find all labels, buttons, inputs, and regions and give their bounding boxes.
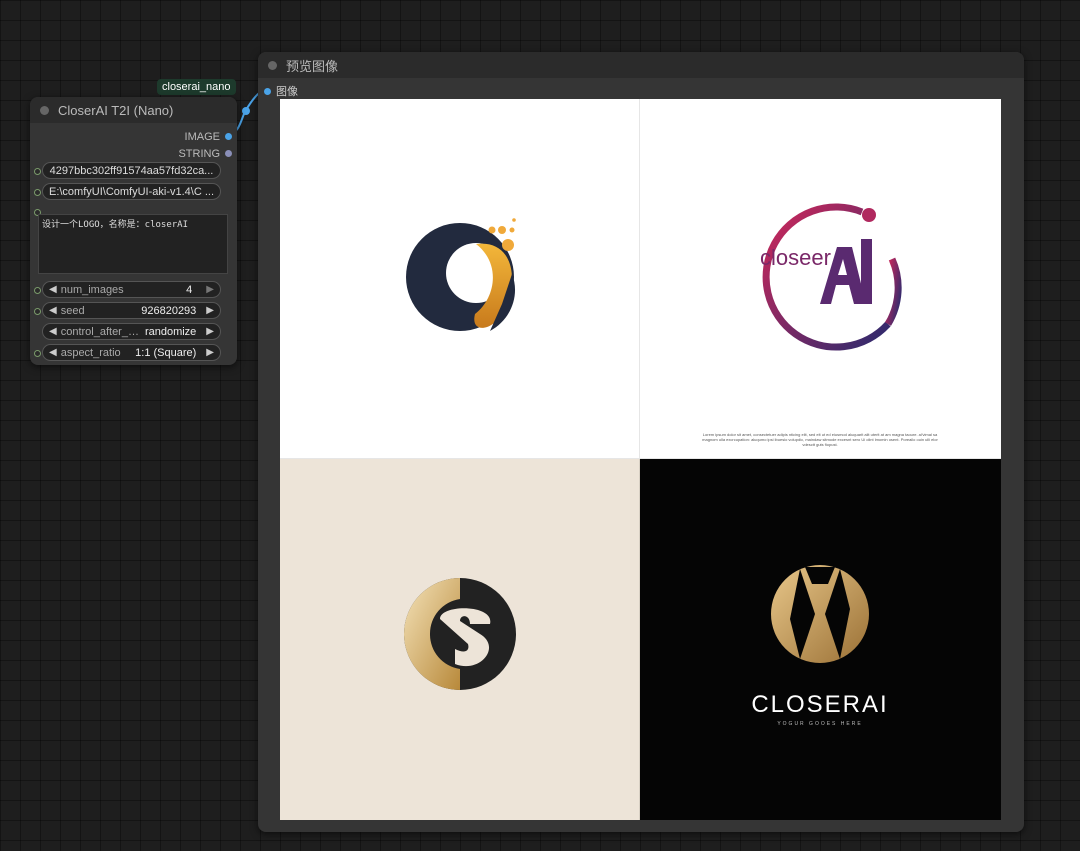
input-image-label: 图像 bbox=[276, 86, 298, 98]
s-monogram-logo-icon bbox=[404, 578, 516, 690]
increment-arrow-icon[interactable]: ▶ bbox=[206, 284, 214, 295]
decrement-arrow-icon[interactable]: ◀ bbox=[49, 284, 57, 295]
output-image-label: IMAGE bbox=[184, 130, 220, 143]
aspect-ratio-label: aspect_ratio bbox=[60, 346, 121, 359]
seed-label: seed bbox=[60, 304, 85, 317]
output-string[interactable]: STRING bbox=[30, 145, 237, 162]
closerai-t2i-node[interactable]: CloserAI T2I (Nano) IMAGE STRING 4297bbc… bbox=[30, 97, 237, 365]
node-title: CloserAI T2I (Nano) bbox=[58, 102, 174, 118]
increment-arrow-icon[interactable]: ▶ bbox=[206, 305, 214, 316]
preview-image-1[interactable] bbox=[280, 99, 640, 459]
input-socket-icon[interactable] bbox=[34, 168, 41, 175]
increment-arrow-icon[interactable]: ▶ bbox=[206, 347, 214, 358]
aspect-ratio-widget[interactable]: ◀ aspect_ratio 1:1 (Square) ▶ bbox=[42, 344, 221, 361]
num-images-widget[interactable]: ◀ num_images 4 ▶ bbox=[42, 281, 221, 298]
node-badge: closerai_nano bbox=[157, 79, 236, 95]
control-value: randomize bbox=[144, 325, 197, 338]
closerai-gold-logo-icon: CLOSERAI YOGUR GOOES HERE bbox=[751, 565, 888, 727]
svg-text:CLOSERAI: CLOSERAI bbox=[751, 691, 888, 718]
input-socket-icon[interactable] bbox=[34, 308, 41, 315]
node-title-bar[interactable]: 预览图像 bbox=[258, 52, 1024, 78]
svg-text:closeer: closeer bbox=[760, 245, 831, 270]
output-string-label: STRING bbox=[178, 147, 220, 160]
preview-image-3[interactable] bbox=[280, 459, 640, 820]
preview-image-node[interactable]: 预览图像 图像 closeer Lorem ipsum dolor sit am… bbox=[258, 52, 1024, 832]
input-socket-icon[interactable] bbox=[34, 189, 41, 196]
increment-arrow-icon[interactable]: ▶ bbox=[206, 326, 214, 337]
decrement-arrow-icon[interactable]: ◀ bbox=[49, 305, 57, 316]
api-key-value: 4297bbc302ff91574aa57fd32ca... bbox=[49, 164, 214, 177]
decrement-arrow-icon[interactable]: ◀ bbox=[49, 347, 57, 358]
aspect-ratio-value: 1:1 (Square) bbox=[135, 346, 197, 359]
api-key-field[interactable]: 4297bbc302ff91574aa57fd32ca... bbox=[42, 162, 221, 179]
control-after-generate-widget[interactable]: ◀ control_after_g ... randomize ▶ bbox=[42, 323, 221, 340]
path-field[interactable]: E:\comfyUI\ComfyUI-aki-v1.4\C ... bbox=[42, 183, 221, 200]
seed-widget[interactable]: ◀ seed 926820293 ▶ bbox=[42, 302, 221, 319]
preview-image-2[interactable]: closeer Lorem ipsum dolor sit amet, cons… bbox=[640, 99, 1001, 459]
control-label: control_after_g ... bbox=[60, 325, 145, 338]
input-image-socket-icon[interactable] bbox=[264, 87, 271, 95]
closeer-ai-logo-icon: closeer bbox=[760, 203, 902, 351]
image-grid: closeer Lorem ipsum dolor sit amet, cons… bbox=[280, 99, 1001, 820]
collapse-dot-icon[interactable] bbox=[268, 60, 277, 70]
output-string-socket-icon[interactable] bbox=[225, 150, 232, 157]
preview-image-4[interactable]: CLOSERAI YOGUR GOOES HERE bbox=[640, 459, 1001, 820]
num-images-label: num_images bbox=[60, 283, 124, 296]
seed-value: 926820293 bbox=[141, 304, 197, 317]
num-images-value: 4 bbox=[186, 283, 193, 296]
prompt-textarea[interactable]: 设计一个LOGO，名称是：closerAI bbox=[38, 214, 228, 274]
output-image[interactable]: IMAGE bbox=[30, 128, 237, 145]
node-title-bar[interactable]: CloserAI T2I (Nano) bbox=[30, 97, 237, 123]
lorem-caption: Lorem ipsum dolor sit amet, consectetuer… bbox=[702, 432, 938, 447]
input-socket-icon[interactable] bbox=[34, 350, 41, 357]
svg-text:YOGUR GOOES HERE: YOGUR GOOES HERE bbox=[777, 721, 862, 727]
input-socket-icon[interactable] bbox=[34, 287, 41, 294]
node-title: 预览图像 bbox=[286, 58, 339, 74]
output-image-socket-icon[interactable] bbox=[225, 133, 232, 140]
c-swoosh-logo-icon bbox=[406, 218, 516, 331]
input-image[interactable]: 图像 bbox=[264, 83, 298, 99]
collapse-dot-icon[interactable] bbox=[40, 105, 49, 115]
decrement-arrow-icon[interactable]: ◀ bbox=[49, 326, 57, 337]
path-value: E:\comfyUI\ComfyUI-aki-v1.4\C ... bbox=[48, 185, 215, 198]
